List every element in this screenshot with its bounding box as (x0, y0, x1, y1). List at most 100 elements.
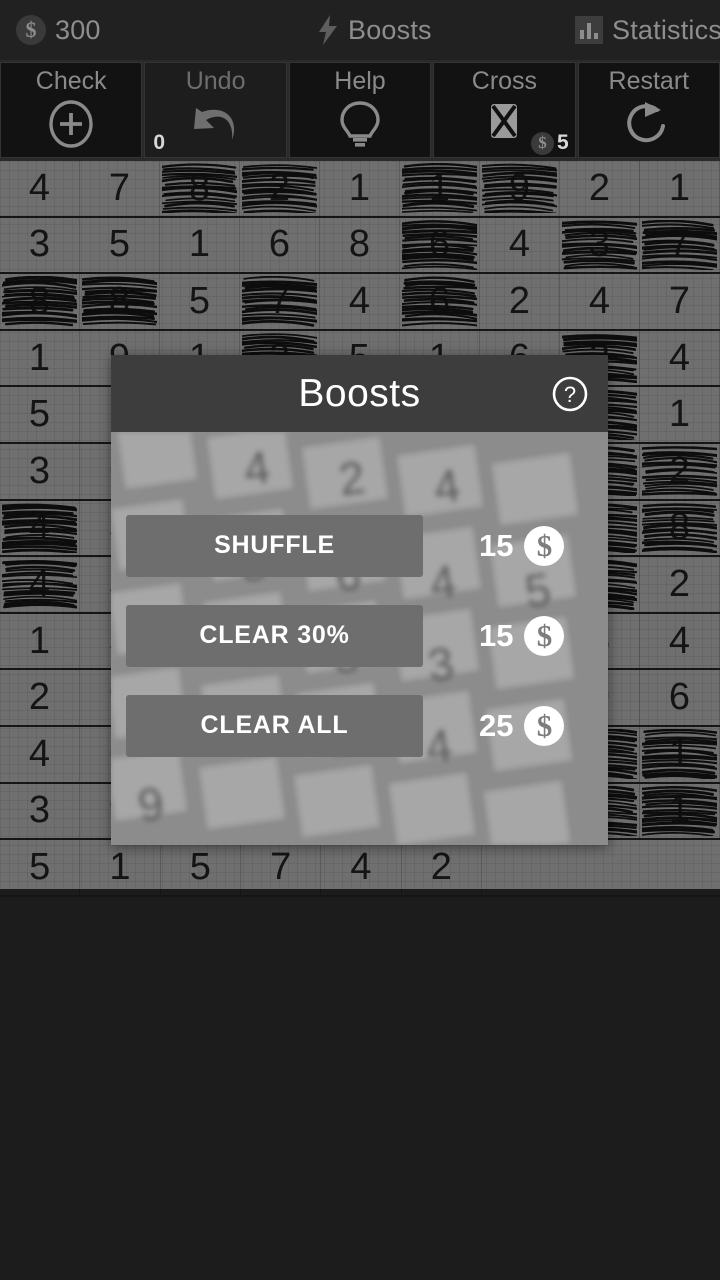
cross-button[interactable]: Cross $ 5 (433, 62, 576, 158)
game-screen: $ 300 Boosts Statistics Check Undo 0 Hel… (0, 0, 720, 1280)
help-button[interactable]: Help (288, 62, 432, 158)
grid-cell[interactable]: 1 (0, 330, 80, 386)
lightbulb-icon (332, 95, 388, 150)
grid-cell[interactable]: 4 (640, 330, 720, 386)
grid-cell[interactable]: 2 (480, 274, 560, 329)
grid-cell[interactable]: 4 (0, 161, 80, 216)
boost-shuffle-button[interactable]: SHUFFLE (126, 514, 423, 577)
svg-text:?: ? (564, 382, 576, 407)
check-button-label: Check (35, 67, 107, 95)
grid-cell[interactable]: 7 (241, 840, 322, 895)
grid-cell[interactable]: 3 (0, 783, 80, 839)
grid-cell-crossed[interactable]: 9 (480, 161, 560, 216)
boost-option-row: CLEAR 30% 15 $ (111, 604, 608, 667)
coin-balance[interactable]: $ 300 (16, 15, 101, 46)
grid-cell[interactable]: 7 (640, 274, 720, 329)
statistics-menu-item[interactable]: Statistics (575, 15, 720, 46)
grid-cell-value: 4 (348, 279, 371, 322)
grid-cell-value: 7 (270, 845, 292, 888)
grid-cell-empty (482, 840, 561, 895)
grid-cell-crossed[interactable]: 1 (400, 161, 480, 216)
grid-cell-value: 4 (508, 223, 531, 266)
question-mark-circle-icon[interactable]: ? (551, 375, 589, 413)
grid-cell[interactable]: 6 (240, 217, 320, 273)
grid-cell[interactable]: 3 (0, 443, 80, 499)
grid-cell[interactable]: 4 (560, 274, 640, 329)
grid-cell[interactable]: 4 (480, 217, 560, 273)
grid-cell[interactable]: 4 (0, 726, 80, 782)
grid-cell-value: 4 (28, 562, 51, 605)
grid-cell[interactable]: 7 (80, 161, 160, 216)
statistics-menu-label: Statistics (612, 14, 720, 45)
grid-cell[interactable]: 1 (160, 217, 240, 273)
check-button[interactable]: Check (0, 62, 143, 158)
grid-cell[interactable]: 1 (640, 161, 720, 216)
grid-cell[interactable]: 1 (80, 840, 161, 895)
grid-cell-crossed[interactable]: 2 (240, 161, 320, 216)
grid-cell[interactable]: 4 (640, 613, 720, 669)
grid-cell[interactable]: 1 (640, 387, 720, 442)
grid-cell[interactable]: 3 (0, 217, 80, 273)
grid-cell-value: 4 (28, 506, 51, 549)
grid-cell[interactable]: 4 (320, 274, 400, 329)
boosts-menu-label: Boosts (348, 14, 432, 45)
grid-cell-value: 8 (668, 506, 691, 549)
boost-clear-all-button[interactable]: CLEAR ALL (126, 694, 423, 757)
plus-circle-icon (43, 95, 99, 150)
grid-cell[interactable]: 5 (161, 840, 241, 895)
grid-cell-value: 5 (29, 845, 51, 888)
boost-price-value: 25 (479, 707, 514, 743)
grid-cell[interactable]: 5 (80, 217, 160, 273)
boost-clear-30-button[interactable]: CLEAR 30% (126, 604, 423, 667)
grid-cell-crossed[interactable]: 3 (560, 217, 640, 273)
grid-cell-crossed[interactable]: 8 (0, 274, 80, 329)
grid-cell[interactable]: 5 (160, 274, 240, 329)
grid-cell-crossed[interactable]: 7 (640, 217, 720, 273)
cross-cost-value: 5 (556, 131, 569, 154)
grid-cell-value: 1 (668, 732, 691, 775)
boost-price-value: 15 (479, 617, 514, 653)
grid-cell[interactable]: 1 (320, 161, 400, 216)
grid-cell[interactable]: 5 (0, 387, 80, 442)
undo-button[interactable]: Undo 0 (144, 62, 287, 158)
grid-cell-crossed[interactable]: 8 (640, 500, 720, 556)
grid-cell-crossed[interactable]: 1 (640, 783, 720, 839)
grid-cell-value: 6 (268, 223, 291, 266)
grid-cell-value: 7 (668, 223, 691, 266)
grid-cell-crossed[interactable]: 4 (0, 500, 80, 556)
grid-cell-value: 5 (189, 845, 211, 888)
grid-cell[interactable]: 4 (321, 840, 402, 895)
grid-cell[interactable]: 2 (640, 557, 720, 612)
grid-cell[interactable]: 2 (402, 840, 482, 895)
grid-cell-crossed[interactable]: 4 (0, 557, 80, 612)
grid-cell-crossed[interactable]: 7 (240, 274, 320, 329)
grid-cell-crossed[interactable]: 6 (400, 217, 480, 273)
grid-cell[interactable]: 6 (640, 670, 720, 725)
coin-dollar-icon: $ (524, 615, 565, 656)
grid-cell-crossed[interactable]: 8 (160, 161, 240, 216)
grid-cell-value: 2 (268, 166, 291, 209)
boost-price-value: 15 (479, 527, 514, 563)
help-button-label: Help (334, 67, 386, 95)
grid-cell-value: 2 (668, 562, 691, 605)
boost-price: 25 $ (479, 705, 565, 746)
grid-cell-value: 2 (430, 845, 452, 888)
grid-cell[interactable]: 2 (560, 161, 640, 216)
grid-cell-value: 3 (28, 449, 51, 492)
grid-cell-crossed[interactable]: 8 (80, 274, 160, 329)
grid-cell-value: 5 (28, 393, 51, 436)
grid-cell-value: 4 (668, 336, 691, 379)
grid-cell-crossed[interactable]: 6 (400, 274, 480, 329)
grid-cell[interactable]: 1 (0, 613, 80, 669)
cross-button-label: Cross (471, 67, 538, 95)
boosts-menu-item[interactable]: Boosts (317, 15, 432, 46)
coin-dollar-icon: $ (524, 525, 565, 566)
restart-button[interactable]: Restart (577, 62, 720, 158)
grid-cell-crossed[interactable]: 2 (640, 443, 720, 499)
boost-option-row: SHUFFLE 15 $ (111, 514, 608, 577)
grid-cell[interactable]: 8 (320, 217, 400, 273)
grid-cell[interactable]: 5 (0, 840, 81, 895)
grid-cell-crossed[interactable]: 1 (640, 726, 720, 782)
grid-cell-value: 8 (188, 166, 211, 209)
grid-cell[interactable]: 2 (0, 670, 80, 725)
